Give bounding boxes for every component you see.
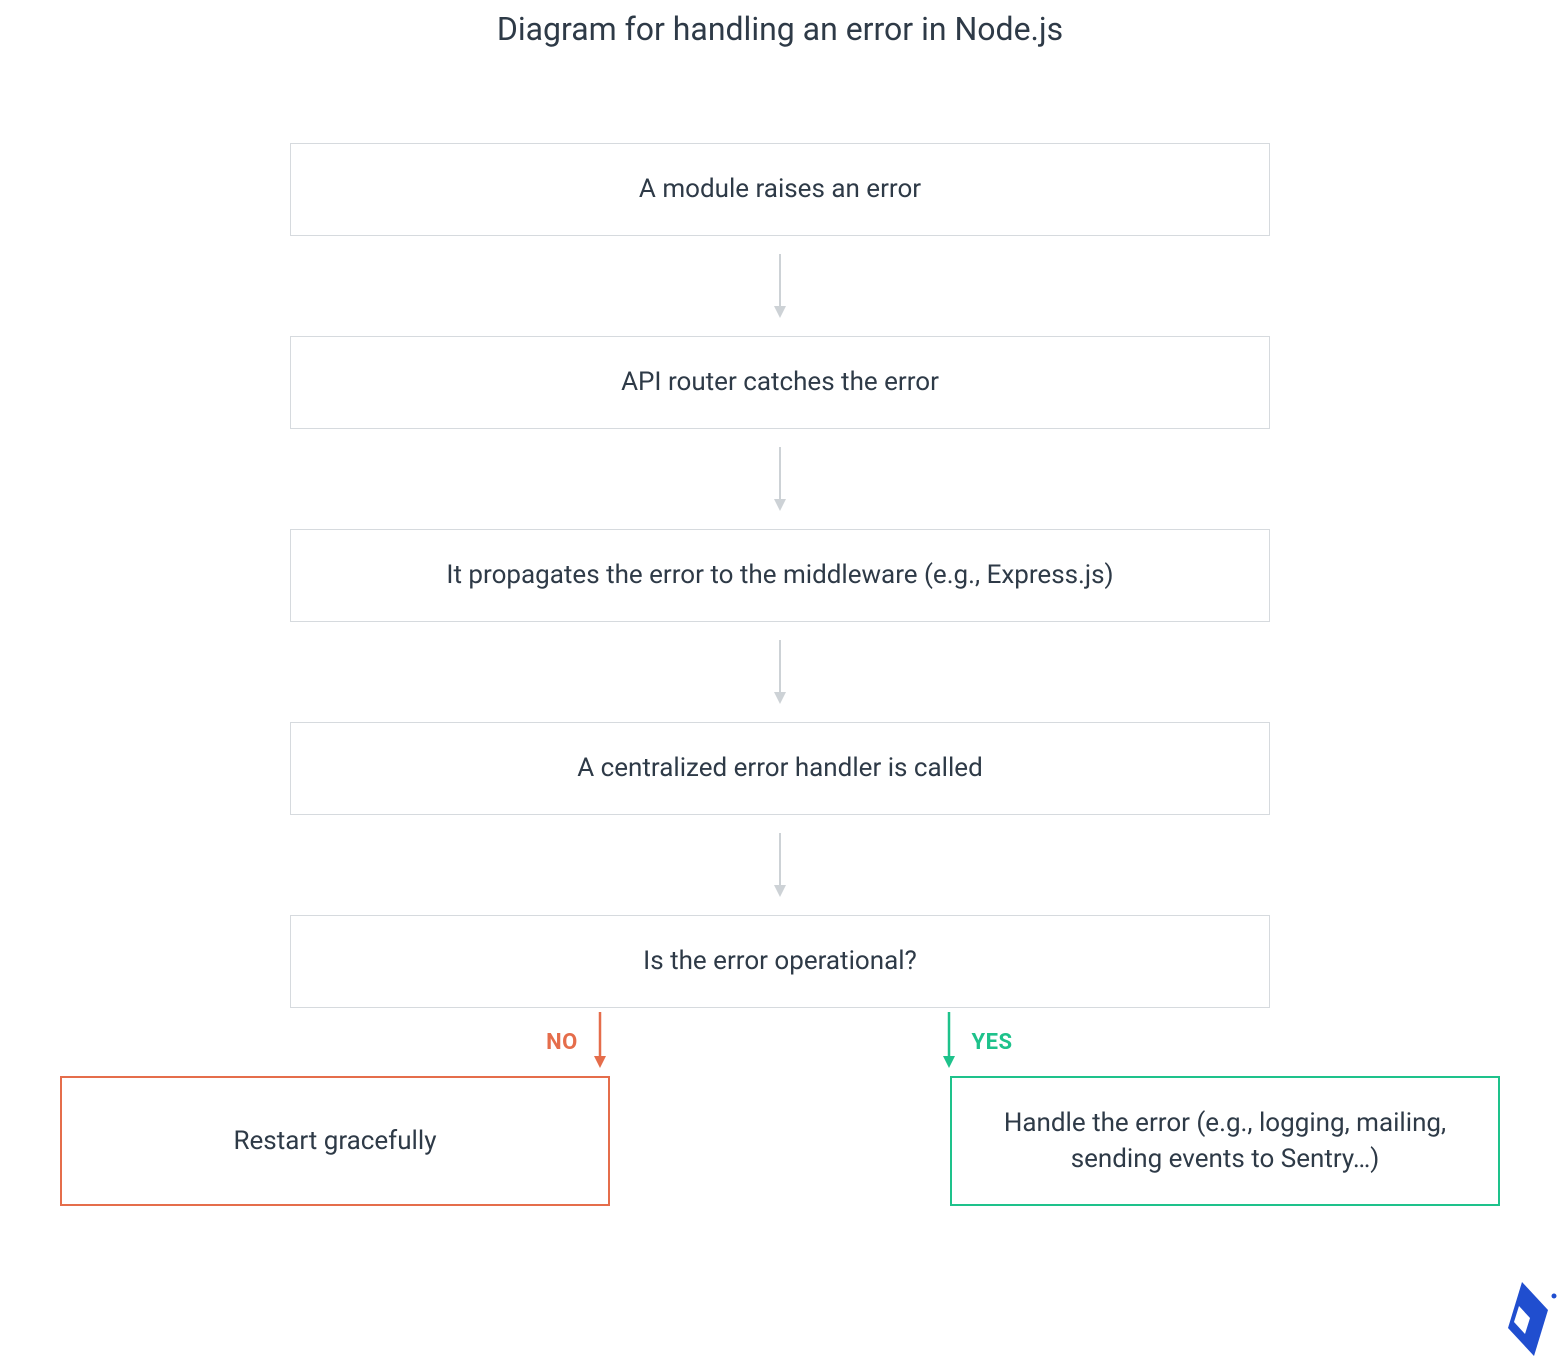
branch-no: NO Restart gracefully: [60, 1008, 610, 1206]
step-box-2: API router catches the error: [290, 336, 1270, 429]
arrow-down-icon: [592, 1012, 608, 1072]
branch-yes: YES Handle the error (e.g., logging, mai…: [950, 1008, 1500, 1206]
result-box-no: Restart gracefully: [60, 1076, 610, 1206]
branch-label-yes: YES: [971, 1030, 1012, 1055]
arrow-down-icon: [772, 640, 788, 704]
branch-section: NO Restart gracefully YES Handle the err…: [60, 1008, 1500, 1206]
diagram-title: Diagram for handling an error in Node.js: [0, 10, 1560, 48]
flowchart: A module raises an error API router catc…: [0, 143, 1560, 1008]
arrow-down-icon: [772, 447, 788, 511]
arrow-down-icon: [772, 833, 788, 897]
decision-box: Is the error operational?: [290, 915, 1270, 1008]
branch-no-arrow-group: NO: [546, 1008, 608, 1076]
step-box-3: It propagates the error to the middlewar…: [290, 529, 1270, 622]
branch-yes-arrow-group: YES: [941, 1008, 1012, 1076]
arrow-down-icon: [941, 1012, 957, 1072]
arrow-down-icon: [772, 254, 788, 318]
step-box-4: A centralized error handler is called: [290, 722, 1270, 815]
branch-label-no: NO: [546, 1030, 578, 1055]
result-box-yes: Handle the error (e.g., logging, mailing…: [950, 1076, 1500, 1206]
step-box-1: A module raises an error: [290, 143, 1270, 236]
toptal-logo-icon: [1496, 1282, 1560, 1362]
